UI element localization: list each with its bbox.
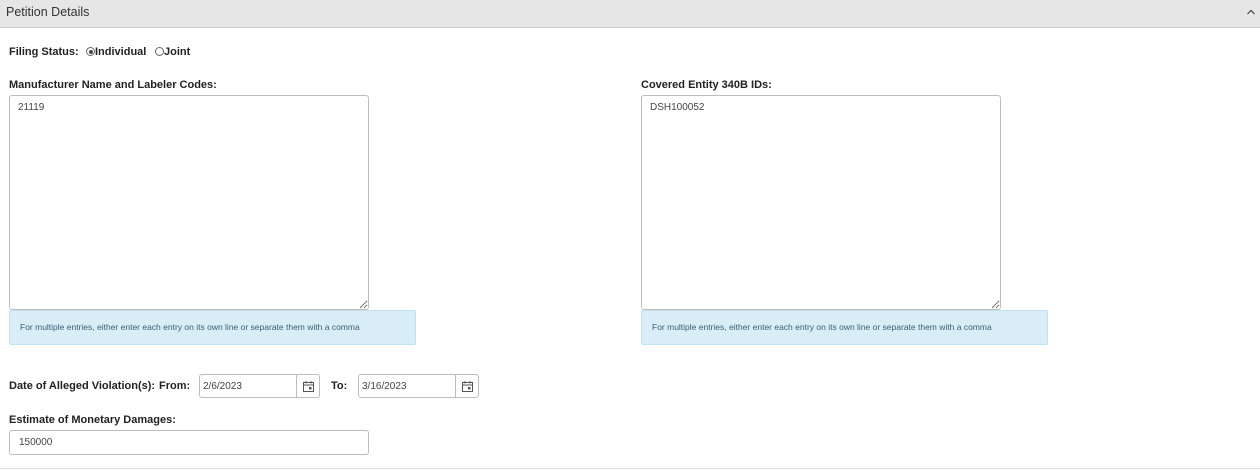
filing-status-label: Filing Status: xyxy=(9,46,79,58)
radio-individual[interactable]: Individual xyxy=(86,46,146,58)
radio-joint-label: Joint xyxy=(164,46,191,58)
covered-entity-hint: For multiple entries, either enter each … xyxy=(641,310,1048,345)
from-label: From: xyxy=(159,380,191,392)
from-date-input[interactable] xyxy=(200,375,295,397)
to-calendar-button[interactable] xyxy=(455,375,478,397)
from-date-field[interactable] xyxy=(199,374,320,398)
manufacturer-hint: For multiple entries, either enter each … xyxy=(9,310,416,345)
damages-label: Estimate of Monetary Damages: xyxy=(9,414,176,426)
chevron-up-icon[interactable] xyxy=(1246,7,1256,17)
panel-bottom-border xyxy=(0,468,1260,469)
manufacturer-label: Manufacturer Name and Labeler Codes: xyxy=(9,79,217,91)
radio-joint[interactable]: Joint xyxy=(155,46,190,58)
radio-individual-button[interactable] xyxy=(86,47,95,56)
damages-field[interactable] xyxy=(9,430,369,455)
radio-individual-label: Individual xyxy=(95,46,147,58)
violation-date-label: Date of Alleged Violation(s): xyxy=(9,380,156,392)
covered-entity-textarea[interactable] xyxy=(641,95,1001,310)
to-date-field[interactable] xyxy=(358,374,479,398)
manufacturer-textarea[interactable] xyxy=(9,95,369,310)
to-label: To: xyxy=(331,380,348,392)
covered-entity-label: Covered Entity 340B IDs: xyxy=(641,79,772,91)
calendar-icon xyxy=(461,380,473,392)
calendar-icon xyxy=(302,380,314,392)
panel-header[interactable]: Petition Details xyxy=(0,0,1260,28)
damages-input[interactable] xyxy=(10,431,350,454)
panel-title: Petition Details xyxy=(6,5,90,19)
from-calendar-button[interactable] xyxy=(296,375,319,397)
to-date-input[interactable] xyxy=(359,375,454,397)
radio-joint-button[interactable] xyxy=(155,47,164,56)
